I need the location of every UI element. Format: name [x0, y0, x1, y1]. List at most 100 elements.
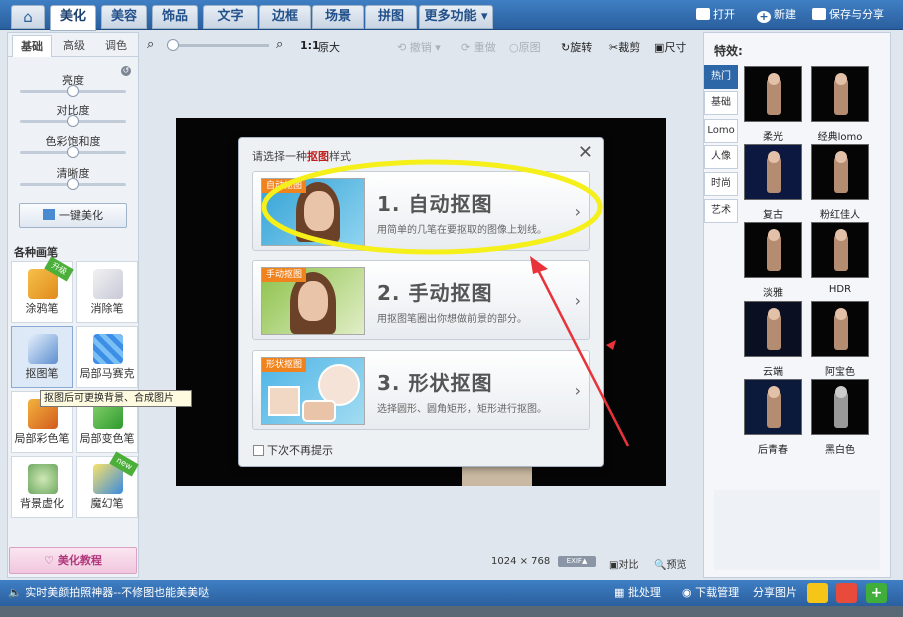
effect-post-youth[interactable] [744, 379, 802, 435]
eraser-icon [93, 269, 123, 299]
effect-soft-light[interactable] [744, 66, 802, 122]
effects-tab-hot[interactable]: 热门 [704, 65, 738, 89]
effect-classic-lomo[interactable] [811, 66, 869, 122]
option-title: 2. 手动抠图 [377, 281, 493, 305]
open-button[interactable]: 打开 [696, 7, 735, 23]
shape-cutout-option[interactable]: 形状抠图 3. 形状抠图 选择圆形、圆角矩形，矩形进行抠图。 › [252, 350, 590, 430]
tool-tooltip: 抠图后可更换背景、合成图片 [40, 390, 192, 407]
effect-label: 柔光 [763, 132, 783, 143]
mosaic-tool[interactable]: 局部马赛克 [76, 326, 138, 388]
effect-retro[interactable] [744, 144, 802, 200]
zoom-knob[interactable] [167, 39, 179, 51]
zoom-in-icon[interactable]: ⌕ [276, 37, 283, 52]
brightness-slider[interactable] [20, 85, 126, 97]
save-share-button[interactable]: 保存与分享 [812, 7, 884, 23]
option-tag: 自动抠图 [262, 179, 307, 193]
tab-beautify[interactable]: 美化 [50, 5, 96, 31]
background-blur-tool[interactable]: 背景虚化 [11, 456, 73, 518]
tab-accessories[interactable]: 饰品 [152, 5, 198, 29]
face [304, 191, 334, 231]
share-image-button[interactable]: 分享图片 [753, 580, 797, 606]
home-icon[interactable]: ⌂ [11, 5, 45, 29]
auto-cutout-option[interactable]: 自动抠图 1. 自动抠图 用简单的几笔在要抠取的图像上划线。 › [252, 171, 590, 251]
effects-tab-basic[interactable]: 基础 [704, 91, 738, 115]
resize-button[interactable]: ▣尺寸 [654, 39, 686, 55]
star-icon[interactable] [807, 583, 828, 603]
manual-cutout-option[interactable]: 手动抠图 2. 手动抠图 用抠图笔圈出你想做前景的部分。 › [252, 260, 590, 340]
tab-face[interactable]: 美容 [101, 5, 147, 29]
preview-button[interactable]: 🔍预览 [654, 556, 686, 571]
effect-black-white[interactable] [811, 379, 869, 435]
effect-head [835, 73, 847, 85]
saturation-slider[interactable] [20, 146, 126, 158]
effect-label: 后青春 [758, 445, 788, 456]
effects-tab-fashion[interactable]: 时尚 [704, 172, 738, 196]
checkbox-box[interactable] [253, 445, 264, 456]
image-size: 1024 × 768 [491, 556, 551, 567]
weibo-icon[interactable] [836, 583, 857, 603]
effect-head [768, 229, 780, 241]
original-button[interactable]: ○原图 [509, 39, 541, 55]
compare-button[interactable]: ▣对比 [609, 556, 638, 571]
effects-panel: 特效: 热门 基础 Lomo 人像 时尚 艺术 柔光 经典lomo 复古 粉红佳… [703, 32, 891, 578]
undo-button[interactable]: ⟲ 撤销 ▾ [397, 39, 441, 55]
save-icon [812, 8, 826, 20]
tab-collage[interactable]: 拼图 [365, 5, 417, 29]
sharpness-slider[interactable] [20, 178, 126, 190]
effect-head [768, 308, 780, 320]
slider-knob[interactable] [67, 85, 79, 97]
shape-cutout-thumbnail: 形状抠图 [261, 357, 365, 425]
eraser-pen-tool[interactable]: 消除笔 [76, 261, 138, 323]
original-size-button[interactable]: 原大 [318, 39, 340, 55]
effect-label: 复古 [763, 210, 783, 221]
effect-abao[interactable] [811, 301, 869, 357]
effects-title: 特效: [714, 44, 743, 58]
slider-knob[interactable] [67, 115, 79, 127]
crop-button[interactable]: ✂裁剪 [609, 39, 640, 55]
add-icon[interactable]: + [866, 583, 887, 603]
chevron-right-icon: › [574, 202, 581, 221]
one-key-beautify-button[interactable]: 一键美化 [19, 203, 127, 228]
effect-head [768, 151, 780, 163]
effects-tab-art[interactable]: 艺术 [704, 199, 738, 223]
effect-pink-lady[interactable] [811, 144, 869, 200]
shape-rounded-rect [302, 400, 336, 422]
cutout-pen-tool[interactable]: 抠图笔 [11, 326, 73, 388]
mosaic-icon [93, 334, 123, 364]
tab-scene[interactable]: 场景 [312, 5, 364, 29]
effect-cloud[interactable] [744, 301, 802, 357]
beautify-tutorial-button[interactable]: ♡ 美化教程 [9, 547, 137, 574]
tab-color[interactable]: 调色 [96, 35, 136, 57]
tab-more-features[interactable]: 更多功能 ▾ [419, 5, 493, 29]
tab-text[interactable]: 文字 [203, 5, 258, 29]
slider-knob[interactable] [67, 178, 79, 190]
effect-hdr[interactable] [811, 222, 869, 278]
tab-advanced[interactable]: 高级 [54, 35, 94, 57]
option-desc: 用简单的几笔在要抠取的图像上划线。 [377, 225, 547, 236]
download-manager-button[interactable]: ◉ 下载管理 [682, 580, 739, 606]
dont-show-again-checkbox[interactable]: 下次不再提示 [253, 442, 333, 458]
slider-knob[interactable] [67, 146, 79, 158]
magic-pen-tool[interactable]: new 魔幻笔 [76, 451, 139, 518]
effects-tab-lomo[interactable]: Lomo [704, 119, 738, 143]
batch-button[interactable]: ▦ 批处理 [614, 580, 661, 606]
zoom-out-icon[interactable]: ⌕ [147, 37, 154, 52]
effect-elegant[interactable] [744, 222, 802, 278]
close-icon[interactable]: ✕ [578, 142, 593, 163]
new-button[interactable]: + 新建 [757, 7, 796, 23]
rotate-button[interactable]: ↻旋转 [561, 39, 592, 55]
zoom-ratio[interactable]: 1:1 [300, 39, 320, 52]
status-tip[interactable]: 🔈 实时美颜拍照神器--不修图也能美美哒 [8, 580, 209, 606]
tab-frame[interactable]: 边框 [259, 5, 311, 29]
effect-head [768, 386, 780, 398]
effect-head [768, 73, 780, 85]
tab-basic[interactable]: 基础 [12, 35, 52, 57]
doodle-pen-tool[interactable]: 升级 涂鸦笔 [11, 256, 74, 323]
effect-label: 经典lomo [817, 132, 863, 143]
redo-button[interactable]: ⟳ 重做 [461, 39, 496, 55]
contrast-slider[interactable] [20, 115, 126, 127]
exif-button[interactable]: EXIF▲ [558, 556, 596, 567]
photo-figure [462, 466, 532, 486]
zoom-slider[interactable] [167, 39, 269, 51]
effects-tab-portrait[interactable]: 人像 [704, 145, 738, 169]
